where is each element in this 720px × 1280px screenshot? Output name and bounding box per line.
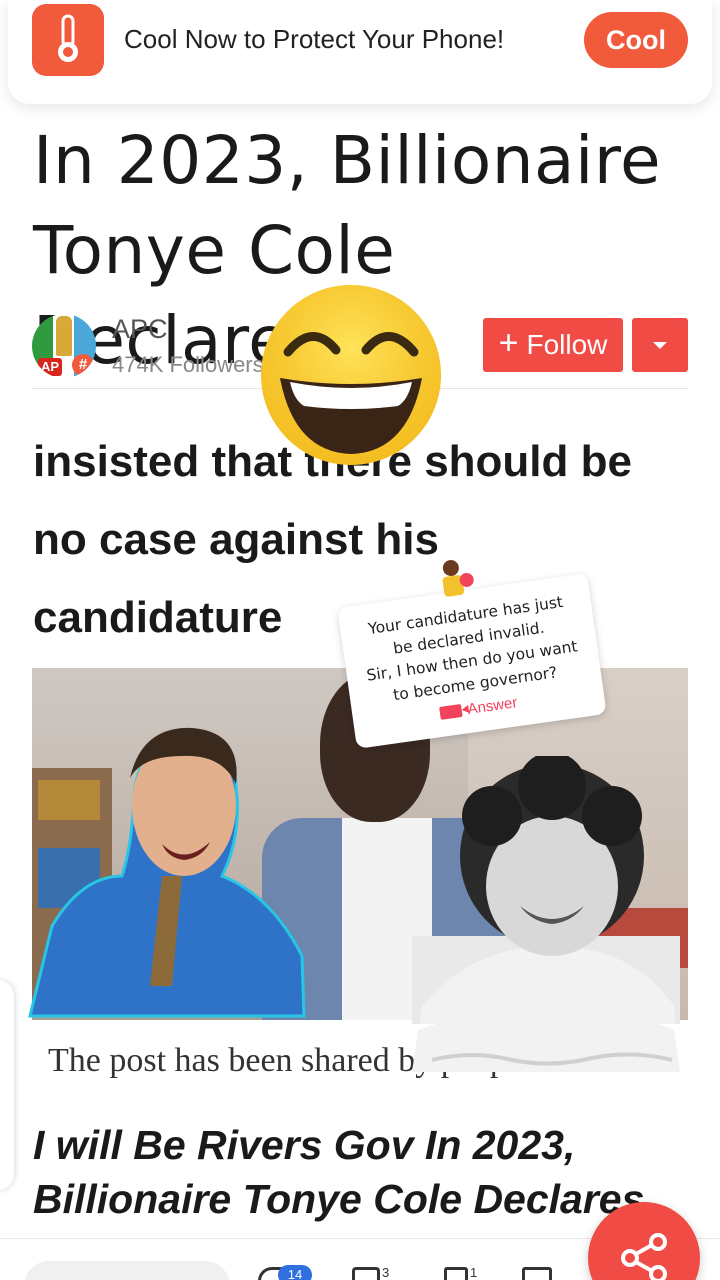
like-icon[interactable] [352, 1267, 380, 1280]
follow-button[interactable]: + Follow [483, 318, 623, 372]
banner-message: Cool Now to Protect Your Phone! [124, 24, 505, 54]
girl-dress-overlay [412, 1010, 680, 1072]
person-sticker-icon [442, 560, 474, 597]
cool-phone-banner[interactable]: Cool Now to Protect Your Phone! Cool [8, 0, 712, 104]
hashtag-badge: # [72, 354, 94, 376]
follow-label: Follow [526, 329, 608, 360]
cool-button[interactable]: Cool [584, 12, 688, 68]
answer-label: Answer [466, 694, 519, 718]
author-avatar[interactable]: AP # [32, 314, 96, 378]
bookmark-count: 1 [470, 1265, 478, 1280]
avatar-label: AP [38, 358, 63, 376]
follow-dropdown-button[interactable] [632, 318, 688, 372]
plus-icon: + [498, 324, 519, 362]
headline-line-1: In 2023, Billionaire [33, 122, 662, 199]
more-icon[interactable] [522, 1267, 552, 1280]
like-count: 3 [382, 1265, 390, 1280]
share-icon [621, 1233, 667, 1280]
related-article-title[interactable]: I will Be Rivers Gov In 2023, Billionair… [33, 1118, 713, 1226]
video-camera-icon [439, 703, 463, 720]
side-drawer-handle[interactable] [0, 980, 14, 1190]
chevron-down-icon [653, 341, 667, 349]
thermometer-icon [32, 4, 104, 76]
comment-count-badge: 14 [278, 1265, 312, 1280]
author-name[interactable]: APC [112, 314, 168, 345]
bookmark-icon[interactable] [444, 1267, 468, 1280]
comment-input[interactable] [24, 1261, 230, 1280]
broom-icon [56, 316, 72, 356]
follower-count: 474K Followers [112, 352, 264, 377]
body-line-2: no case against his [33, 515, 439, 564]
laughing-man-cutout [28, 727, 306, 1018]
grinning-emoji-sticker [261, 285, 441, 465]
